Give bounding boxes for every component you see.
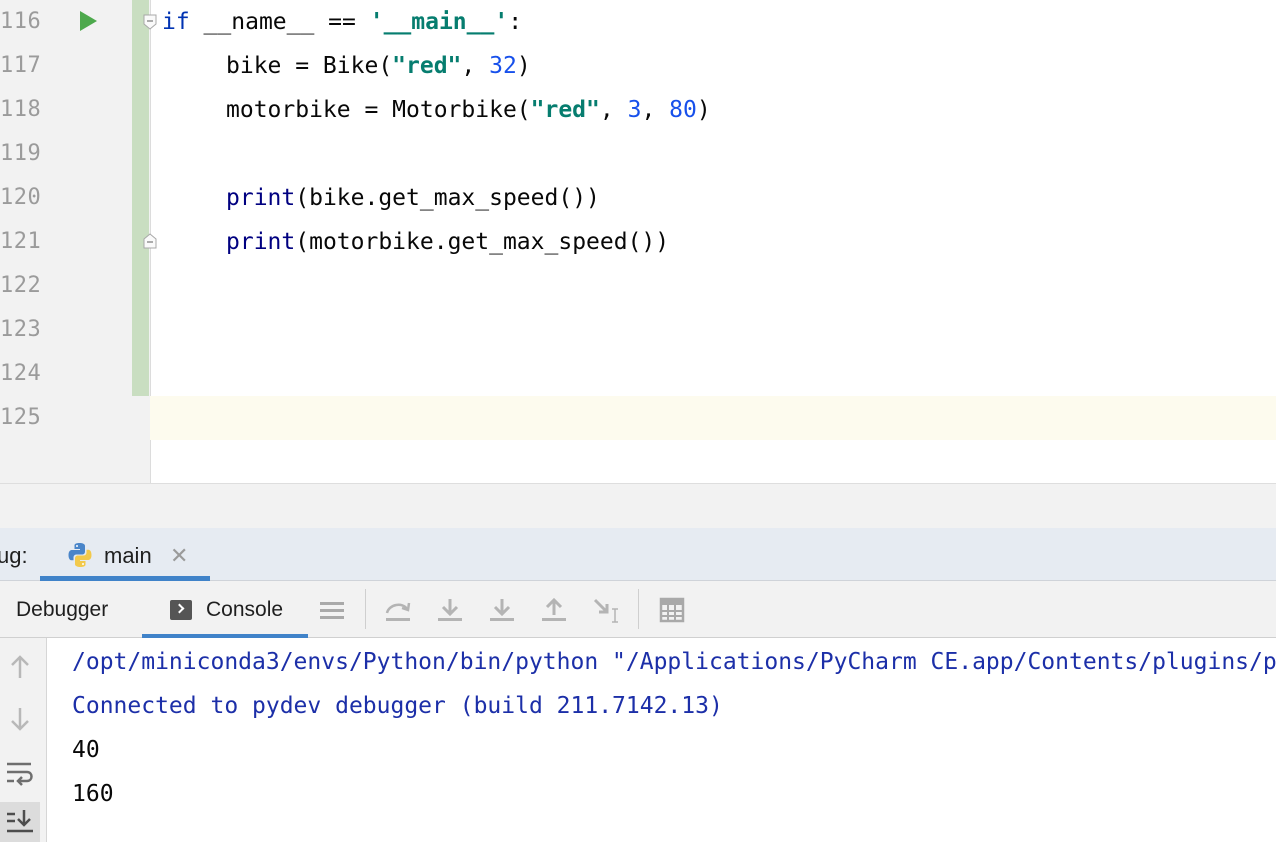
code-line[interactable]: 117 bike = Bike("red", 32) (0, 44, 1276, 88)
debug-tool-label: ug: (0, 543, 28, 568)
code-line[interactable]: 118 motorbike = Motorbike("red", 3, 80) (0, 88, 1276, 132)
step-into-my-code-icon[interactable] (487, 597, 517, 623)
fold-end-icon[interactable] (143, 233, 157, 249)
code-token: (bike.get_max_speed()) (295, 185, 600, 211)
code-line[interactable]: 122 (0, 264, 1276, 308)
evaluate-expression-icon[interactable] (657, 597, 687, 623)
step-out-icon[interactable] (539, 597, 569, 623)
code-line[interactable]: 119 (0, 132, 1276, 176)
run-config-tab-main[interactable]: main ✕ (40, 528, 210, 581)
code-token: , (641, 97, 670, 123)
console-line: 40 (72, 737, 100, 763)
editor-bottom-band (0, 483, 1276, 530)
console-line: /opt/miniconda3/envs/Python/bin/python "… (72, 649, 1276, 675)
code-line[interactable]: 121 print(motorbike.get_max_speed()) (0, 220, 1276, 264)
code-line[interactable]: 125 (0, 396, 1276, 440)
code-token: '__main__' (369, 9, 509, 35)
code-token: if (162, 9, 190, 35)
run-to-cursor-icon[interactable] (591, 597, 621, 623)
code-token: ) (516, 53, 531, 79)
code-token: "red" (530, 97, 600, 123)
active-tab-underline (142, 634, 308, 638)
code-token: 32 (489, 53, 517, 79)
threads-menu-icon[interactable] (317, 597, 347, 623)
debug-tool-window-header: ug: main ✕ (0, 528, 1276, 581)
code-text: print(bike.get_max_speed()) (162, 176, 600, 220)
toolbar-separator (365, 589, 366, 629)
line-number: 120 (0, 185, 42, 210)
line-number: 122 (0, 273, 42, 298)
line-number: 116 (0, 9, 42, 34)
step-into-icon[interactable] (435, 597, 465, 623)
toolbar-separator (638, 589, 639, 629)
code-token: , (461, 53, 490, 79)
code-text: bike = Bike("red", 32) (162, 44, 531, 88)
scroll-to-end-icon (7, 810, 33, 833)
down-arrow-icon[interactable] (5, 704, 35, 734)
code-token: 80 (669, 97, 697, 123)
code-token: ) (696, 97, 711, 123)
up-arrow-icon[interactable] (5, 652, 35, 682)
line-number: 117 (0, 53, 42, 78)
line-number: 125 (0, 405, 42, 430)
console-icon (170, 600, 192, 620)
code-token: print (226, 229, 296, 255)
code-line[interactable]: 123 (0, 308, 1276, 352)
code-line[interactable]: 120 print(bike.get_max_speed()) (0, 176, 1276, 220)
code-token: , (599, 97, 628, 123)
code-token: "red" (392, 53, 462, 79)
debug-toolbar: Debugger Console (0, 581, 1276, 638)
code-line[interactable]: 124 (0, 352, 1276, 396)
code-line[interactable]: 116 if __name__ == '__main__': (0, 0, 1276, 44)
code-text: if __name__ == '__main__': (162, 0, 522, 44)
scroll-to-end-toggle[interactable] (0, 802, 40, 842)
code-token: : (508, 9, 523, 35)
step-over-icon[interactable] (383, 597, 413, 623)
python-icon (68, 543, 92, 567)
fold-collapse-icon[interactable] (143, 14, 157, 30)
line-number: 118 (0, 97, 42, 122)
line-number: 121 (0, 229, 42, 254)
code-text: print(motorbike.get_max_speed()) (162, 220, 669, 264)
code-editor[interactable]: 116 if __name__ == '__main__': 117 bike = B… (0, 0, 1276, 483)
console-line: Connected to pydev debugger (build 211.7… (72, 693, 723, 719)
code-token: motorbike = Motorbike( (226, 97, 531, 123)
code-token: 3 (627, 97, 642, 123)
console-output[interactable]: /opt/miniconda3/envs/Python/bin/python "… (72, 640, 1276, 842)
line-number: 124 (0, 361, 42, 386)
code-text: motorbike = Motorbike("red", 3, 80) (162, 88, 711, 132)
line-number: 123 (0, 317, 42, 342)
code-token: bike = Bike( (226, 53, 393, 79)
code-token: (motorbike.get_max_speed()) (295, 229, 670, 255)
tab-console[interactable]: Console (142, 581, 308, 638)
line-number: 119 (0, 141, 42, 166)
tab-debugger[interactable]: Debugger (16, 581, 108, 637)
soft-wrap-icon[interactable] (5, 758, 35, 788)
code-token: print (226, 185, 296, 211)
tab-console-label: Console (206, 598, 284, 621)
code-token: __name__ == (189, 9, 370, 35)
console-line: 160 (72, 781, 114, 807)
run-icon[interactable] (80, 11, 97, 31)
